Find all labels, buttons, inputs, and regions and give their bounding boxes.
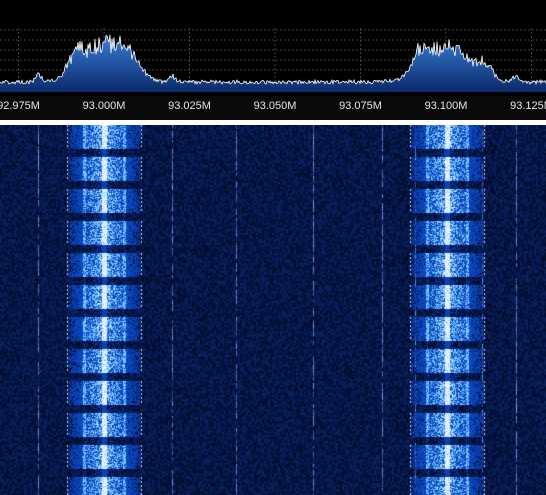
freq-label-93125: 93.125M <box>510 100 546 112</box>
freq-label-93100: 93.100M <box>424 100 468 112</box>
freq-label-93000: 93.000M <box>82 100 126 112</box>
waterfall-display[interactable] <box>0 125 546 495</box>
frequency-axis: 92.975M 93.000M 93.025M 93.050M 93.075M … <box>0 96 546 120</box>
freq-label-93025: 93.025M <box>168 100 211 112</box>
freq-label-93075: 93.075M <box>339 100 382 112</box>
freq-label-92975: 92.975M <box>0 100 40 112</box>
freq-label-93050: 93.050M <box>253 100 297 112</box>
spectrum-plot[interactable] <box>0 0 546 96</box>
